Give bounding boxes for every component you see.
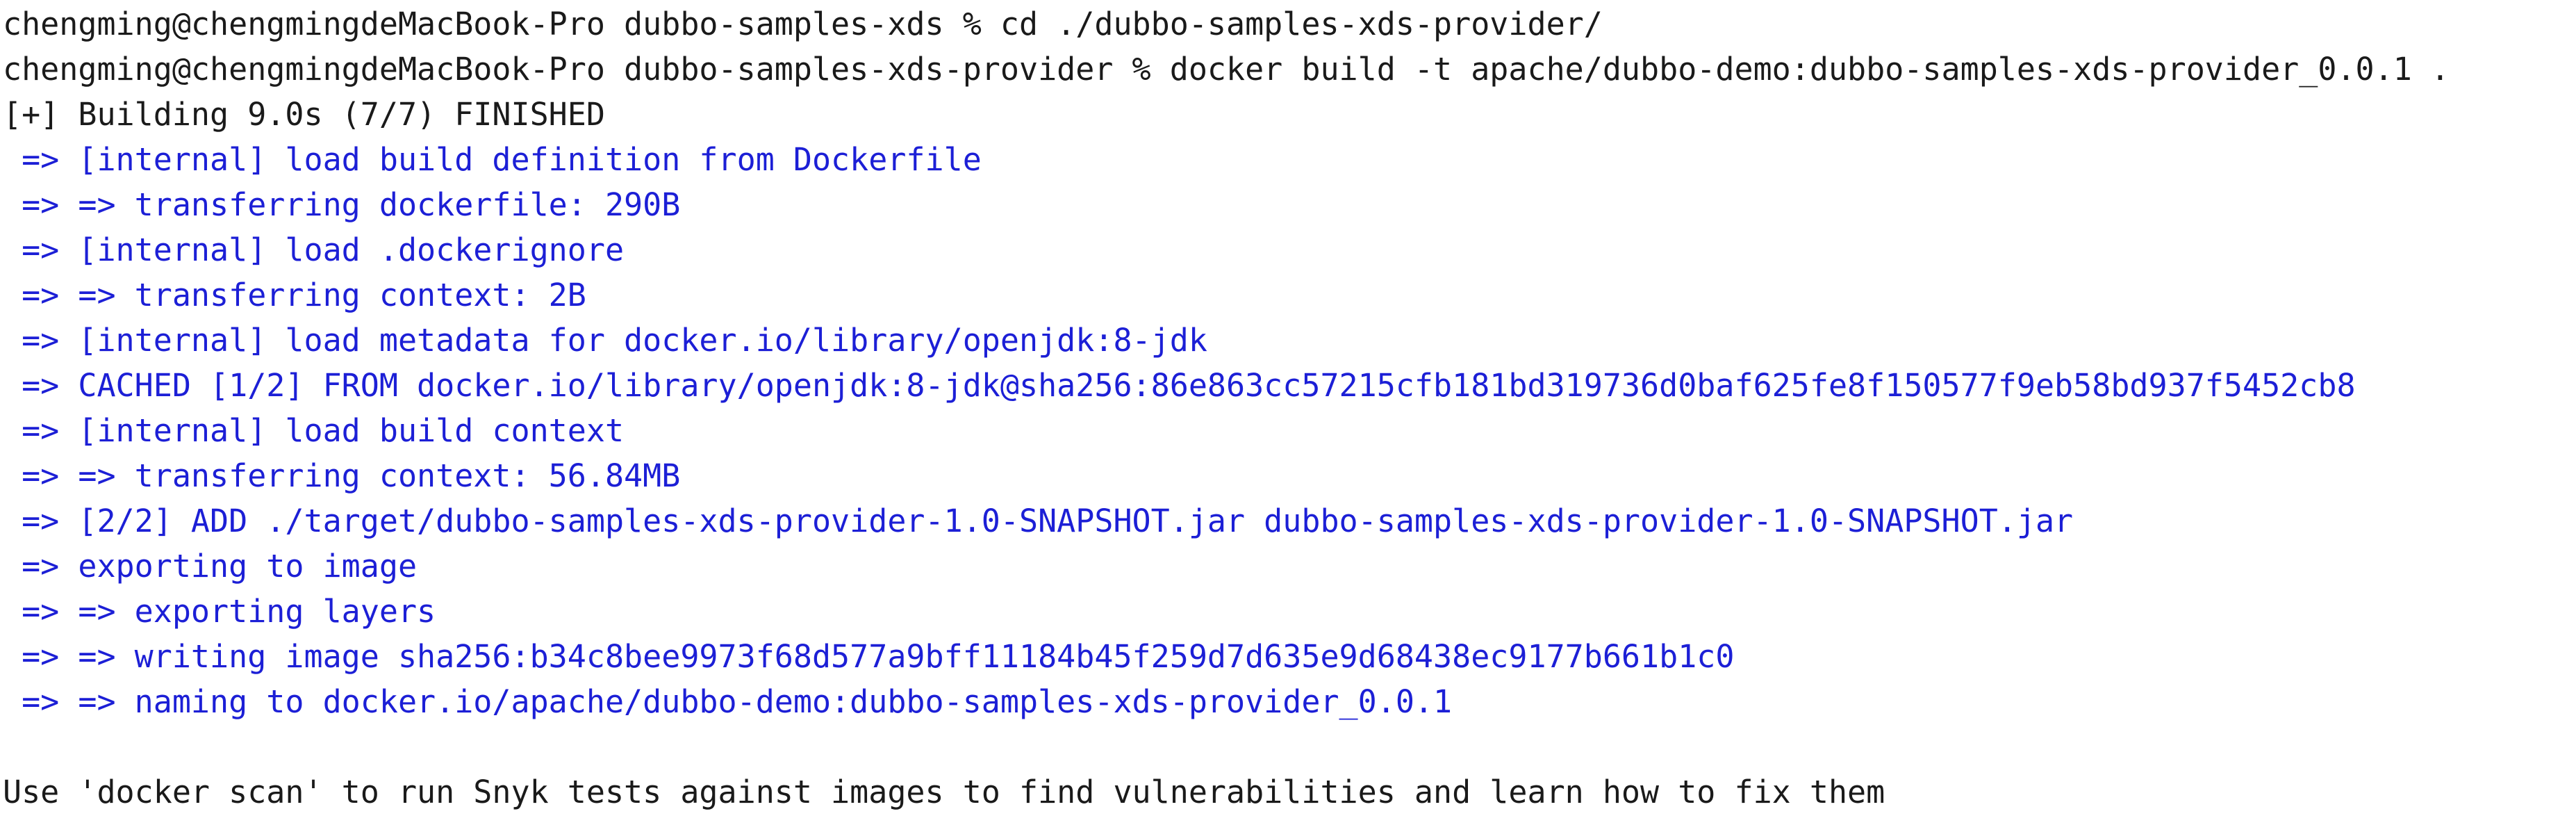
terminal-line-cd-command: chengming@chengmingdeMacBook-Pro dubbo-s… <box>3 6 1603 42</box>
terminal-line-build-step: => [internal] load .dockerignore <box>3 231 625 268</box>
terminal-window[interactable]: chengming@chengmingdeMacBook-Pro dubbo-s… <box>0 0 2576 816</box>
terminal-line-build-step: => exporting to image <box>3 548 418 585</box>
terminal-line-build-step: => => transferring context: 2B <box>3 277 586 313</box>
terminal-line-build-step: => [2/2] ADD ./target/dubbo-samples-xds-… <box>3 503 2074 539</box>
terminal-line-build-step: => [internal] load build definition from… <box>3 141 982 178</box>
terminal-line-build-status: [+] Building 9.0s (7/7) FINISHED <box>3 96 605 133</box>
terminal-line-docker-scan-hint: Use 'docker scan' to run Snyk tests agai… <box>3 774 1885 810</box>
terminal-line-build-step: => CACHED [1/2] FROM docker.io/library/o… <box>3 367 2356 404</box>
terminal-line-build-step: => => naming to docker.io/apache/dubbo-d… <box>3 683 1453 720</box>
terminal-line-docker-build-command: chengming@chengmingdeMacBook-Pro dubbo-s… <box>3 51 2450 88</box>
terminal-line-build-step: => => writing image sha256:b34c8bee9973f… <box>3 638 1735 675</box>
terminal-line-build-step: => => exporting layers <box>3 593 436 630</box>
terminal-line-build-step: => [internal] load metadata for docker.i… <box>3 322 1207 359</box>
terminal-line-build-step: => => transferring dockerfile: 290B <box>3 186 681 223</box>
terminal-line-build-step: => => transferring context: 56.84MB <box>3 457 681 494</box>
terminal-line-build-step: => [internal] load build context <box>3 412 625 449</box>
